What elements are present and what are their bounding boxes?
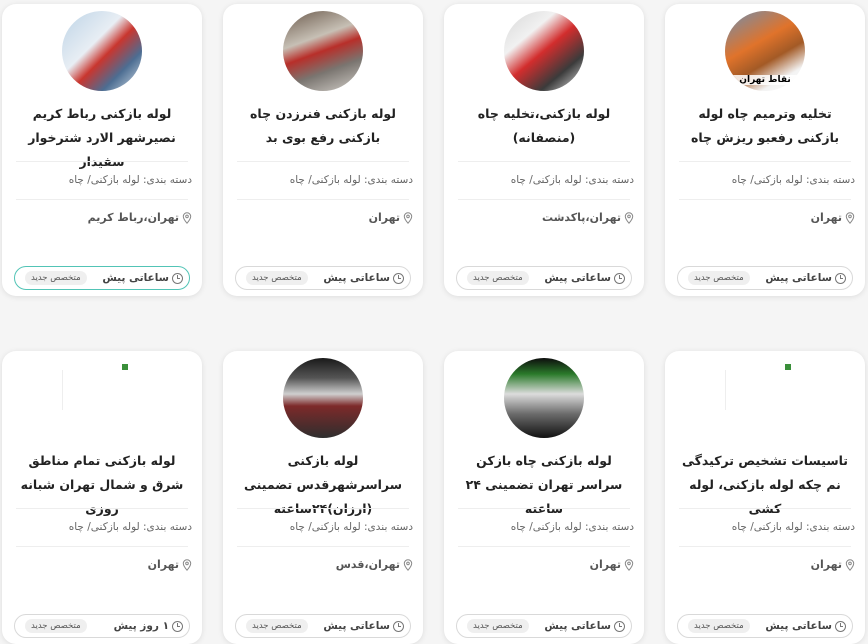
service-title[interactable]: لوله بازکنی فنرزدن چاه بازکنی رفع بوی بد xyxy=(235,102,411,150)
provider-avatar xyxy=(283,11,363,91)
location-text: تهران xyxy=(810,558,842,571)
card-footer[interactable]: ساعاتی پیش متخصص جدید xyxy=(677,614,853,638)
service-location: تهران xyxy=(590,558,634,571)
location-text: تهران xyxy=(810,211,842,224)
clock-icon xyxy=(835,620,846,632)
avatar-caption: نقاط تهران xyxy=(725,75,805,85)
clock-icon xyxy=(614,272,625,284)
provider-avatar xyxy=(283,358,363,438)
service-category: دسته بندی: لوله بازکنی/ چاه xyxy=(510,174,634,186)
status-badge: متخصص جدید xyxy=(246,619,308,633)
posted-time-text: ساعاتی پیش xyxy=(765,272,832,284)
service-title[interactable]: تخلیه وترمیم چاه لوله بازکنی رفعبو ریزش … xyxy=(677,102,853,150)
clock-icon xyxy=(393,272,404,284)
clock-icon xyxy=(172,620,183,632)
service-category: دسته بندی: لوله بازکنی/ چاه xyxy=(68,521,192,533)
posted-time-text: ساعاتی پیش xyxy=(323,620,390,632)
posted-time-text: ساعاتی پیش xyxy=(544,620,611,632)
posted-time: ساعاتی پیش xyxy=(765,620,846,632)
service-location: تهران،پاکدشت xyxy=(542,211,634,224)
posted-time: ساعاتی پیش xyxy=(102,272,183,284)
service-title[interactable]: لوله بازکنی رباط کریم نصیرشهر الارد شترخ… xyxy=(14,102,190,174)
service-location: تهران xyxy=(811,558,855,571)
service-card[interactable]: لوله بازکنی سراسرشهرقدس تضمینی (ارزان)۲۴… xyxy=(223,351,423,644)
posted-time-text: ساعاتی پیش xyxy=(323,272,390,284)
clock-icon xyxy=(614,620,625,632)
service-card[interactable]: لوله بازکنی چاه بازکن سراسر تهران تضمینی… xyxy=(444,351,644,644)
card-footer[interactable]: ساعاتی پیش متخصص جدید xyxy=(677,266,853,290)
card-footer[interactable]: ساعاتی پیش متخصص جدید xyxy=(235,266,411,290)
services-grid: نقاط تهران تخلیه وترمیم چاه لوله بازکنی … xyxy=(0,0,868,644)
location-text: تهران،پاکدشت xyxy=(541,211,621,224)
status-badge: متخصص جدید xyxy=(688,619,750,633)
service-location: تهران،قدس xyxy=(336,558,413,571)
service-card[interactable]: تاسیسات تشخیص ترکیدگی نم چکه لوله بازکنی… xyxy=(665,351,865,644)
service-category: دسته بندی: لوله بازکنی/ چاه xyxy=(68,174,192,186)
service-category: دسته بندی: لوله بازکنی/ چاه xyxy=(731,174,855,186)
status-badge: متخصص جدید xyxy=(467,271,529,285)
service-category: دسته بندی: لوله بازکنی/ چاه xyxy=(289,174,413,186)
status-badge: متخصص جدید xyxy=(688,271,750,285)
service-card[interactable]: لوله بازکنی رباط کریم نصیرشهر الارد شترخ… xyxy=(2,4,202,296)
service-card[interactable]: لوله بازکنی تمام مناطق شرق و شمال تهران … xyxy=(2,351,202,644)
posted-time: ساعاتی پیش xyxy=(544,272,625,284)
service-location: تهران،رباط کریم xyxy=(88,211,192,224)
service-title[interactable]: لوله بازکنی تمام مناطق شرق و شمال تهران … xyxy=(14,449,190,521)
provider-avatar xyxy=(62,11,142,91)
service-location: تهران xyxy=(811,211,855,224)
card-footer[interactable]: ساعاتی پیش متخصص جدید xyxy=(456,614,632,638)
provider-avatar: نقاط تهران xyxy=(725,11,805,91)
posted-time: ۱ روز پیش xyxy=(114,620,183,632)
location-pin-icon xyxy=(845,558,855,571)
status-badge: متخصص جدید xyxy=(25,619,87,633)
service-title[interactable]: لوله بازکنی،تخلیه چاه (منصفانه) xyxy=(456,102,632,150)
service-card[interactable]: لوله بازکنی فنرزدن چاه بازکنی رفع بوی بد… xyxy=(223,4,423,296)
posted-time: ساعاتی پیش xyxy=(323,272,404,284)
service-title[interactable]: لوله بازکنی چاه بازکن سراسر تهران تضمینی… xyxy=(456,449,632,521)
service-category: دسته بندی: لوله بازکنی/ چاه xyxy=(510,521,634,533)
provider-avatar xyxy=(504,358,584,438)
service-location: تهران xyxy=(148,558,192,571)
location-pin-icon xyxy=(624,558,634,571)
location-pin-icon xyxy=(624,211,634,224)
service-category: دسته بندی: لوله بازکنی/ چاه xyxy=(289,521,413,533)
clock-icon xyxy=(172,272,183,284)
location-pin-icon xyxy=(182,558,192,571)
posted-time: ساعاتی پیش xyxy=(544,620,625,632)
location-pin-icon xyxy=(403,211,413,224)
provider-avatar xyxy=(725,358,805,438)
posted-time-text: ساعاتی پیش xyxy=(102,272,169,284)
service-card[interactable]: لوله بازکنی،تخلیه چاه (منصفانه) دسته بند… xyxy=(444,4,644,296)
service-category: دسته بندی: لوله بازکنی/ چاه xyxy=(731,521,855,533)
service-title[interactable]: تاسیسات تشخیص ترکیدگی نم چکه لوله بازکنی… xyxy=(677,449,853,521)
card-footer[interactable]: ساعاتی پیش متخصص جدید xyxy=(14,266,190,290)
location-text: تهران،رباط کریم xyxy=(87,211,179,224)
posted-time: ساعاتی پیش xyxy=(323,620,404,632)
location-text: تهران xyxy=(147,558,179,571)
location-text: تهران،قدس xyxy=(335,558,400,571)
location-pin-icon xyxy=(845,211,855,224)
posted-time-text: ۱ روز پیش xyxy=(113,620,169,632)
card-footer[interactable]: ساعاتی پیش متخصص جدید xyxy=(235,614,411,638)
card-footer[interactable]: ۱ روز پیش متخصص جدید xyxy=(14,614,190,638)
service-title[interactable]: لوله بازکنی سراسرشهرقدس تضمینی (ارزان)۲۴… xyxy=(235,449,411,521)
card-footer[interactable]: ساعاتی پیش متخصص جدید xyxy=(456,266,632,290)
provider-avatar xyxy=(504,11,584,91)
status-badge: متخصص جدید xyxy=(246,271,308,285)
status-badge: متخصص جدید xyxy=(467,619,529,633)
clock-icon xyxy=(393,620,404,632)
location-text: تهران xyxy=(589,558,621,571)
clock-icon xyxy=(835,272,846,284)
provider-avatar xyxy=(62,358,142,438)
service-location: تهران xyxy=(369,211,413,224)
location-pin-icon xyxy=(403,558,413,571)
posted-time-text: ساعاتی پیش xyxy=(765,620,832,632)
location-text: تهران xyxy=(368,211,400,224)
posted-time-text: ساعاتی پیش xyxy=(544,272,611,284)
status-badge: متخصص جدید xyxy=(25,271,87,285)
service-card[interactable]: نقاط تهران تخلیه وترمیم چاه لوله بازکنی … xyxy=(665,4,865,296)
posted-time: ساعاتی پیش xyxy=(765,272,846,284)
location-pin-icon xyxy=(182,211,192,224)
